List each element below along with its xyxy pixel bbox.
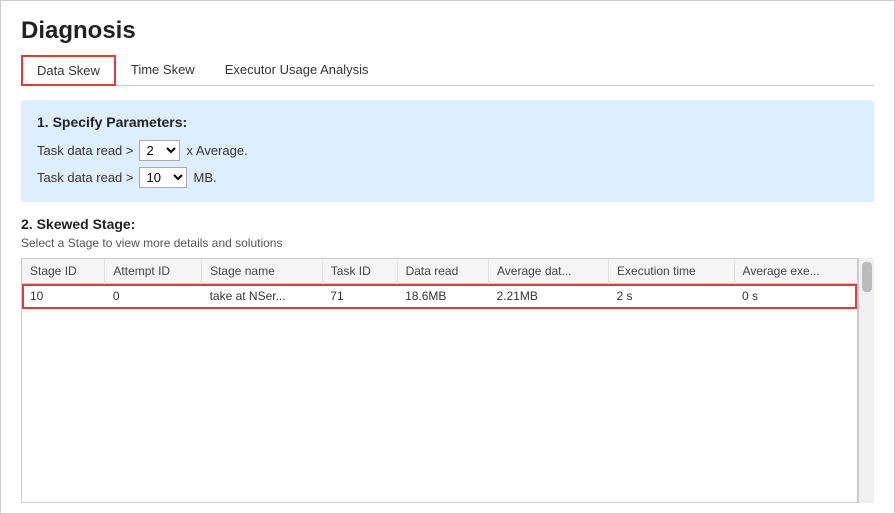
- tab-executor-usage[interactable]: Executor Usage Analysis: [210, 55, 384, 86]
- skewed-section: 2. Skewed Stage: Select a Stage to view …: [21, 216, 874, 503]
- col-task-id: Task ID: [322, 259, 397, 284]
- skewed-title: 2. Skewed Stage:: [21, 216, 874, 232]
- main-content: 1. Specify Parameters: Task data read > …: [21, 86, 874, 503]
- cell-exec-time: 2 s: [609, 284, 735, 309]
- col-stage-name: Stage name: [202, 259, 323, 284]
- col-exec-time: Execution time: [609, 259, 735, 284]
- scrollbar[interactable]: [858, 258, 874, 503]
- tab-data-skew[interactable]: Data Skew: [21, 55, 116, 86]
- col-attempt-id: Attempt ID: [105, 259, 202, 284]
- cell-avg-data: 2.21MB: [489, 284, 609, 309]
- col-stage-id: Stage ID: [22, 259, 105, 284]
- cell-data-read: 18.6MB: [397, 284, 488, 309]
- cell-attempt-id: 0: [105, 284, 202, 309]
- col-data-read: Data read: [397, 259, 488, 284]
- param-1-suffix: x Average.: [186, 143, 247, 158]
- page-container: Diagnosis Data Skew Time Skew Executor U…: [0, 0, 895, 514]
- tabs-bar: Data Skew Time Skew Executor Usage Analy…: [21, 55, 874, 86]
- page-title: Diagnosis: [21, 17, 874, 45]
- tab-time-skew[interactable]: Time Skew: [116, 55, 210, 86]
- param-row-1: Task data read > 2 3 5 10 x Average.: [37, 140, 858, 161]
- col-avg-data: Average dat...: [489, 259, 609, 284]
- table-header-row: Stage ID Attempt ID Stage name Task ID D…: [22, 259, 857, 284]
- param-1-prefix: Task data read >: [37, 143, 133, 158]
- skewed-table: Stage ID Attempt ID Stage name Task ID D…: [22, 259, 857, 309]
- cell-stage-id: 10: [22, 284, 105, 309]
- table-wrapper: Stage ID Attempt ID Stage name Task ID D…: [21, 258, 858, 503]
- skewed-subtitle: Select a Stage to view more details and …: [21, 236, 874, 250]
- table-row[interactable]: 10 0 take at NSer... 71 18.6MB 2.21MB 2 …: [22, 284, 857, 309]
- parameters-section: 1. Specify Parameters: Task data read > …: [21, 100, 874, 202]
- cell-task-id: 71: [322, 284, 397, 309]
- cell-stage-name: take at NSer...: [202, 284, 323, 309]
- param-row-2: Task data read > 10 50 100 500 MB.: [37, 167, 858, 188]
- param-2-prefix: Task data read >: [37, 170, 133, 185]
- cell-avg-exe: 0 s: [734, 284, 857, 309]
- scroll-thumb: [862, 262, 872, 292]
- param-2-suffix: MB.: [193, 170, 216, 185]
- param-2-select[interactable]: 10 50 100 500: [139, 167, 187, 188]
- param-1-select[interactable]: 2 3 5 10: [139, 140, 180, 161]
- parameters-title: 1. Specify Parameters:: [37, 114, 858, 130]
- col-avg-exe: Average exe...: [734, 259, 857, 284]
